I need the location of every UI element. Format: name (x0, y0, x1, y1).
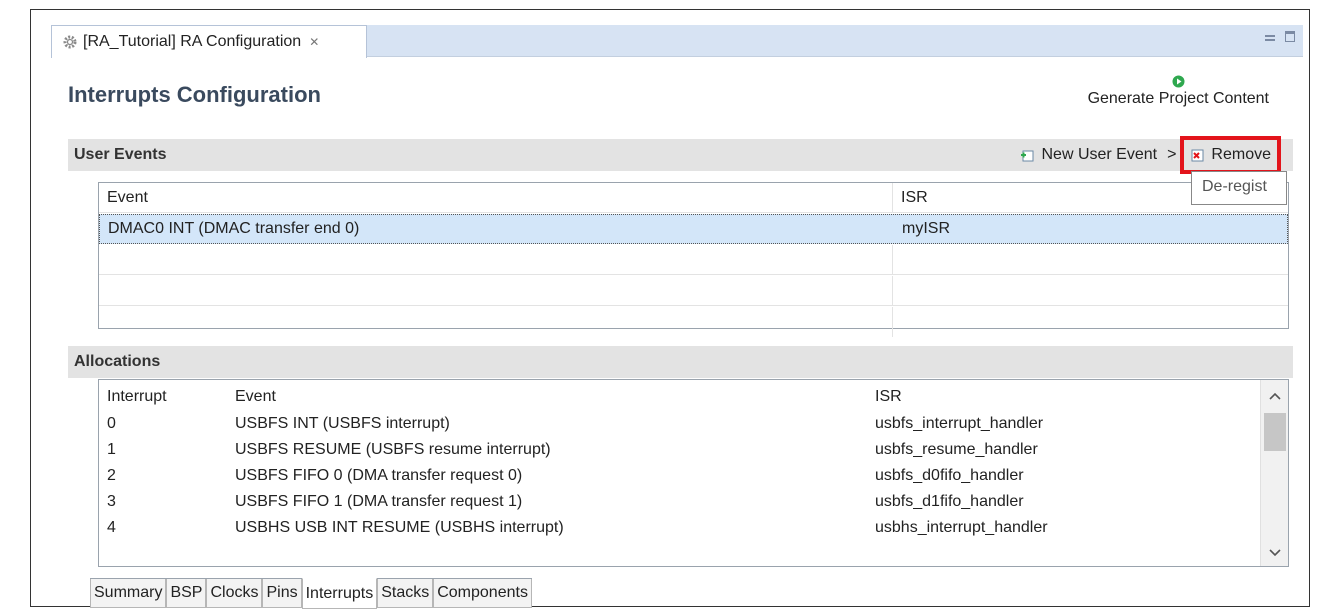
event-cell: USBHS USB INT RESUME (USBHS interrupt) (235, 519, 564, 536)
vertical-scrollbar[interactable] (1260, 380, 1288, 566)
column-header-interrupt[interactable]: Interrupt (99, 388, 235, 406)
remove-tooltip: De-regist (1191, 171, 1287, 205)
event-cell: DMAC0 INT (DMAC transfer end 0) (100, 215, 894, 243)
tab-components[interactable]: Components (433, 579, 532, 608)
generate-label: Generate Project Content (1087, 90, 1269, 107)
allocations-title: Allocations (74, 353, 161, 370)
table-row-empty[interactable] (99, 245, 1288, 275)
run-icon (1172, 75, 1185, 88)
bottom-tab-bar: Summary BSP Clocks Pins Interrupts Stack… (90, 578, 532, 609)
remove-label: Remove (1211, 146, 1271, 163)
editor-tab-label: [RA_Tutorial] RA Configuration (83, 33, 302, 50)
table-row-empty[interactable] (99, 276, 1288, 306)
isr-cell (893, 276, 1288, 305)
remove-icon (1190, 149, 1205, 162)
table-row[interactable]: 2 USBFS FIFO 0 (DMA transfer request 0) … (99, 463, 1261, 489)
interrupt-cell: 2 (107, 467, 116, 484)
table-row[interactable]: 4 USBHS USB INT RESUME (USBHS interrupt)… (99, 515, 1261, 541)
chevron-down-icon[interactable] (1261, 540, 1288, 566)
event-cell (99, 307, 893, 337)
isr-cell: usbfs_d0fifo_handler (875, 467, 1024, 484)
table-header-row: Interrupt Event ISR (99, 384, 1261, 410)
editor-tabstrip: [RA_Tutorial] RA Configuration ✕ (51, 25, 1303, 58)
table-row[interactable]: 3 USBFS FIFO 1 (DMA transfer request 1) … (99, 489, 1261, 515)
isr-cell: usbfs_d1fifo_handler (875, 493, 1024, 510)
new-event-icon (1020, 149, 1035, 162)
table-row[interactable]: 0 USBFS INT (USBFS interrupt) usbfs_inte… (99, 411, 1261, 437)
column-header-event[interactable]: Event (235, 388, 875, 406)
interrupt-cell: 0 (107, 415, 116, 432)
table-row[interactable]: DMAC0 INT (DMAC transfer end 0) myISR (99, 214, 1288, 244)
event-cell: USBFS RESUME (USBFS resume interrupt) (235, 441, 551, 458)
column-header-isr[interactable]: ISR (875, 388, 1261, 406)
user-events-title: User Events (74, 146, 167, 163)
page-title: Interrupts Configuration (68, 82, 321, 107)
event-cell: USBFS FIFO 1 (DMA transfer request 1) (235, 493, 523, 510)
isr-cell (893, 245, 1288, 274)
isr-cell: usbhs_interrupt_handler (875, 519, 1048, 536)
close-icon[interactable]: ✕ (309, 35, 319, 49)
scrollbar-thumb[interactable] (1264, 413, 1286, 451)
isr-cell: usbfs_interrupt_handler (875, 415, 1044, 432)
new-event-separator: > (1167, 146, 1177, 163)
tab-stacks[interactable]: Stacks (377, 579, 434, 608)
allocations-section-header: Allocations (68, 346, 1293, 378)
remove-button[interactable]: Remove (1180, 136, 1281, 174)
gear-icon (61, 33, 79, 51)
chevron-up-icon[interactable] (1261, 383, 1288, 409)
tab-pins[interactable]: Pins (262, 579, 302, 608)
interrupt-cell: 3 (107, 493, 116, 510)
event-cell (99, 276, 893, 305)
maximize-icon[interactable] (1285, 31, 1295, 42)
new-user-event-label: New User Event (1041, 146, 1158, 163)
column-header-event[interactable]: Event (99, 183, 893, 212)
config-window: [RA_Tutorial] RA Configuration ✕ Interru… (30, 9, 1310, 609)
table-header-row: Event ISR (99, 183, 1288, 213)
tab-bsp[interactable]: BSP (166, 579, 207, 608)
isr-cell: myISR (902, 220, 950, 237)
event-cell (99, 245, 893, 274)
event-cell: USBFS INT (USBFS interrupt) (235, 415, 450, 432)
minimize-icon[interactable] (1265, 35, 1275, 41)
tab-interrupts[interactable]: Interrupts (301, 578, 378, 609)
user-events-table: Event ISR DMAC0 INT (DMAC transfer end 0… (98, 182, 1289, 337)
allocations-table: Interrupt Event ISR 0 USBFS INT (USBFS i… (98, 379, 1289, 567)
isr-cell: usbfs_resume_handler (875, 441, 1038, 458)
tab-summary[interactable]: Summary (90, 579, 167, 608)
table-row[interactable]: 1 USBFS RESUME (USBFS resume interrupt) … (99, 437, 1261, 463)
tab-clocks[interactable]: Clocks (206, 579, 263, 608)
interrupt-cell: 4 (107, 519, 116, 536)
interrupt-cell: 1 (107, 441, 116, 458)
event-cell: USBFS FIFO 0 (DMA transfer request 0) (235, 467, 523, 484)
generate-project-content-button[interactable]: Generate Project Content (1088, 75, 1269, 108)
isr-cell (893, 307, 1288, 337)
editor-tab-ra-configuration[interactable]: [RA_Tutorial] RA Configuration ✕ (51, 25, 367, 58)
user-events-section-header: User Events New User Event > Remove (68, 136, 1293, 174)
table-row-empty[interactable] (99, 307, 1288, 337)
new-user-event-button[interactable]: New User Event > (1020, 146, 1180, 164)
